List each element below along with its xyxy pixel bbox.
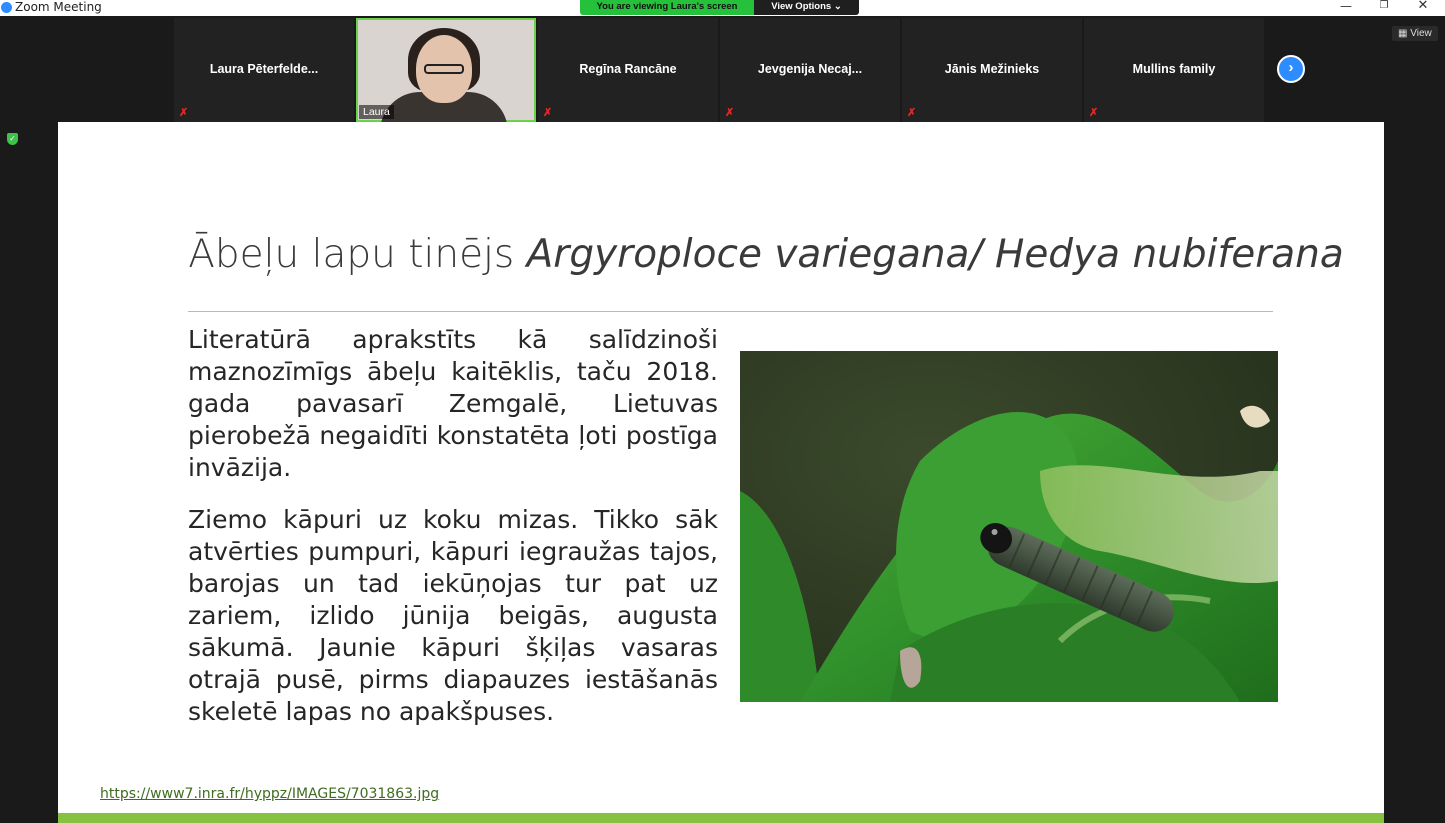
screen-share-banner: You are viewing Laura's screen View Opti… <box>580 0 859 15</box>
slide-paragraph: Literatūrā aprakstīts kā salīdzinoši maz… <box>188 325 718 482</box>
muted-mic-icon: ✗ <box>907 107 917 119</box>
participant-tile[interactable]: Regīna Rancāne ✗ <box>538 18 718 122</box>
participant-video-glasses <box>424 64 464 74</box>
muted-mic-icon: ✗ <box>1089 107 1099 119</box>
minimize-button[interactable]: — <box>1326 0 1366 16</box>
grid-icon: ▦ <box>1398 28 1408 39</box>
slide-body: Literatūrā aprakstīts kā salīdzinoši maz… <box>188 324 718 748</box>
slide-title-latin: Argyroploce variegana/ Hedya nubiferana <box>526 232 1344 277</box>
zoom-app-icon <box>1 2 12 13</box>
caterpillar-photo <box>740 351 1278 702</box>
slide-title: Ābeļu lapu tinējs Argyroploce variegana/… <box>58 232 1384 277</box>
participant-name: Jānis Mežinieks <box>944 62 1040 76</box>
chevron-right-icon: › <box>1288 59 1294 76</box>
shared-slide: Ābeļu lapu tinējs Argyroploce variegana/… <box>58 122 1384 823</box>
participant-tile[interactable]: Jevgenija Necaj... ✗ <box>720 18 900 122</box>
view-layout-label: View <box>1410 28 1432 39</box>
title-divider <box>188 311 1273 312</box>
participant-name: Regīna Rancāne <box>579 62 677 76</box>
participant-video-tile[interactable]: Laura <box>356 18 536 132</box>
muted-mic-icon: ✗ <box>725 107 735 119</box>
view-layout-button[interactable]: ▦ View <box>1392 26 1438 41</box>
participant-tile[interactable]: Laura Pēterfelde... ✗ <box>174 18 354 122</box>
view-options-button[interactable]: View Options ⌄ <box>754 0 859 15</box>
slide-paragraph: Ziemo kāpuri uz koku mizas. Tikko sāk at… <box>188 505 718 726</box>
encryption-shield-icon[interactable]: ✓ <box>7 133 18 145</box>
close-button[interactable]: ✕ <box>1403 0 1443 16</box>
viewing-screen-label: You are viewing Laura's screen <box>580 0 754 15</box>
participant-name: Laura Pēterfelde... <box>209 62 319 76</box>
participant-video-label: Laura <box>359 105 394 119</box>
muted-mic-icon: ✗ <box>543 107 553 119</box>
participant-name: Mullins family <box>1132 62 1216 76</box>
participant-tile[interactable]: Jānis Mežinieks ✗ <box>902 18 1082 122</box>
muted-mic-icon: ✗ <box>179 107 189 119</box>
participant-tile[interactable]: Mullins family ✗ <box>1084 18 1264 122</box>
slide-title-common: Ābeļu lapu tinējs <box>188 232 527 277</box>
image-source-link[interactable]: https://www7.inra.fr/hyppz/IMAGES/703186… <box>100 786 439 802</box>
window-title: Zoom Meeting <box>15 0 102 14</box>
maximize-button[interactable]: ❐ <box>1364 0 1404 16</box>
next-participants-button[interactable]: › <box>1277 55 1305 83</box>
slide-footer-bar <box>58 813 1384 823</box>
participant-name: Jevgenija Necaj... <box>757 62 863 76</box>
